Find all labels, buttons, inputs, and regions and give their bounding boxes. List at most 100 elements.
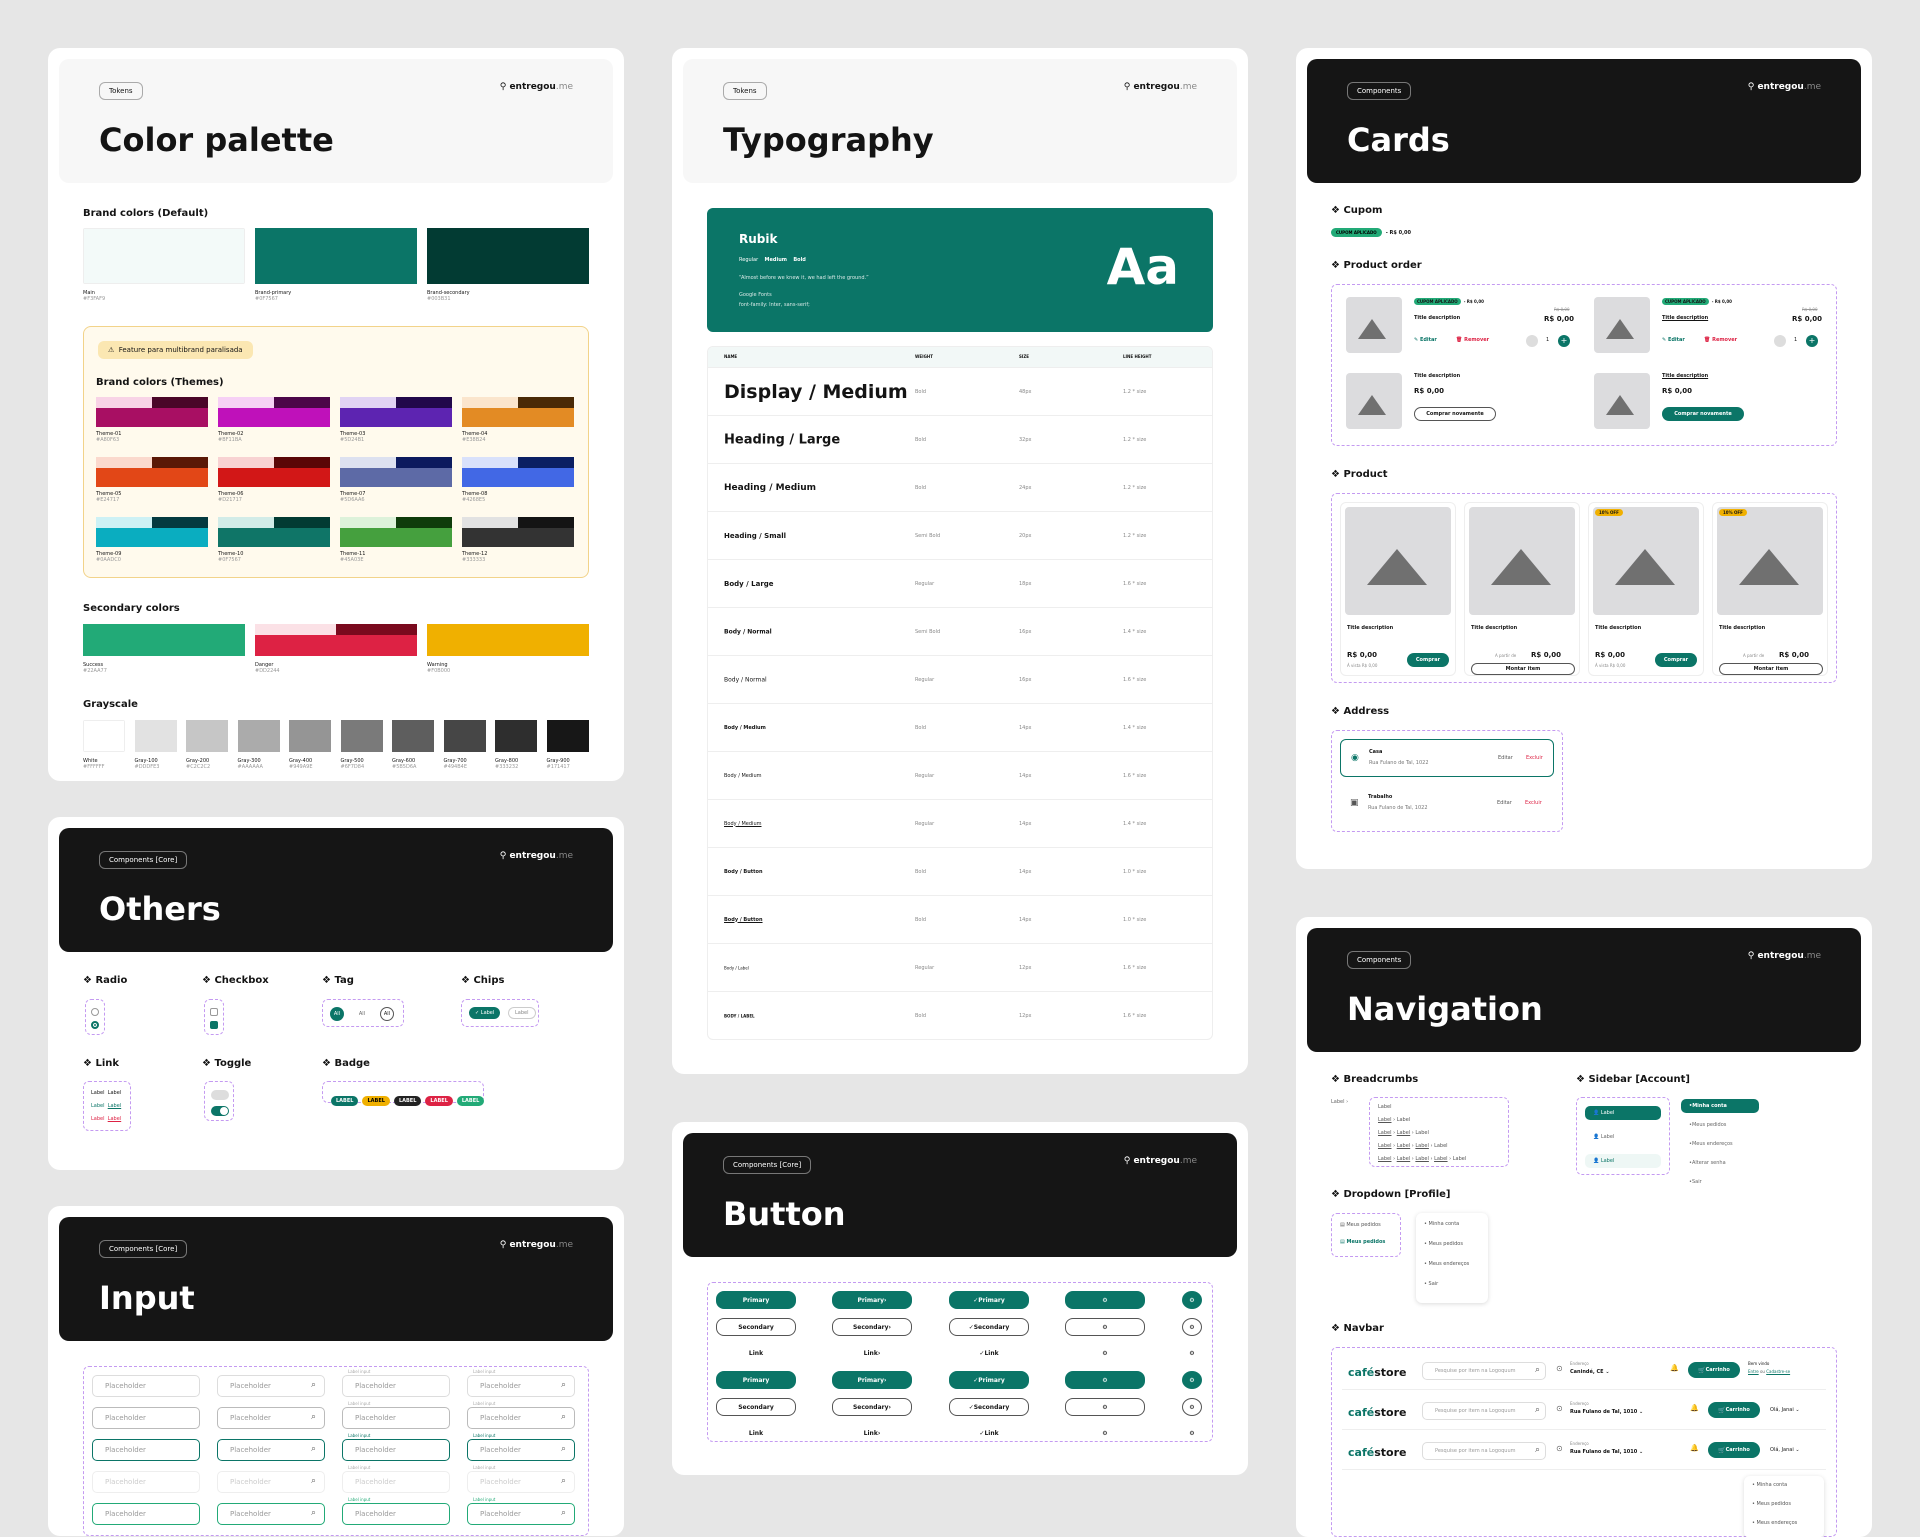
product-card[interactable]: Title description A partir de R$ 0,00 Monta… — [1464, 502, 1580, 676]
search-input[interactable]: Placeholder ⌕ — [217, 1439, 325, 1461]
cart-button[interactable]: 🛒 Carrinho — [1708, 1442, 1760, 1458]
text-input[interactable]: Placeholder — [92, 1375, 200, 1397]
build-item-button[interactable]: Montar item — [1719, 663, 1823, 675]
breadcrumb-item[interactable]: Label — [1453, 1156, 1467, 1162]
checkbox-checked[interactable] — [210, 1021, 218, 1029]
plus-button[interactable]: + — [1558, 335, 1570, 347]
secondary-button[interactable]: Secondary › — [832, 1318, 912, 1336]
minus-button[interactable] — [1774, 335, 1786, 347]
link-button[interactable]: Link › — [832, 1425, 912, 1441]
search-input[interactable]: Placeholder ⌕ — [217, 1471, 325, 1493]
secondary-button[interactable]: Secondary — [716, 1318, 796, 1336]
secondary-button[interactable]: ⚙ — [1065, 1398, 1145, 1416]
bell-icon[interactable]: 🔔 — [1690, 1404, 1699, 1412]
primary-button[interactable]: ⚙ — [1065, 1371, 1145, 1389]
secondary-button[interactable]: ✓ Secondary — [949, 1318, 1029, 1336]
text-input[interactable]: Placeholder — [342, 1375, 450, 1397]
breadcrumb-item[interactable]: Label — [1378, 1156, 1392, 1162]
cart-button[interactable]: 🛒 Carrinho — [1708, 1402, 1760, 1418]
remove-link[interactable]: 🗑 Remover — [1456, 337, 1489, 343]
text-input[interactable]: Placeholder — [92, 1471, 200, 1493]
link-button[interactable]: ⚙ — [1065, 1345, 1145, 1361]
plus-button[interactable]: + — [1806, 335, 1818, 347]
primary-button[interactable]: ⚙ — [1065, 1291, 1145, 1309]
sidebar-menu-item[interactable]: • Sair — [1681, 1175, 1759, 1189]
toggle-on[interactable] — [211, 1106, 229, 1116]
product-card[interactable]: 10% OFF Title description R$ 0,00 À vista R… — [1588, 502, 1704, 676]
tag-active[interactable]: All — [330, 1007, 344, 1021]
primary-button[interactable]: Primary › — [832, 1371, 912, 1389]
search-input[interactable]: Placeholder ⌕ — [467, 1407, 575, 1429]
search-input[interactable]: Placeholder ⌕ — [467, 1471, 575, 1493]
minus-button[interactable] — [1526, 335, 1538, 347]
primary-button[interactable]: Primary › — [832, 1291, 912, 1309]
edit-link[interactable]: Editar — [1498, 755, 1513, 761]
buy-button[interactable]: Comprar — [1407, 653, 1449, 667]
user-dropdown-item[interactable]: • Meus endereços — [1752, 1520, 1797, 1526]
secondary-button[interactable]: Secondary › — [832, 1398, 912, 1416]
breadcrumb-item[interactable]: Label — [1415, 1156, 1429, 1162]
search-input[interactable]: Pesquise por item na Logoquum ⌕ — [1422, 1442, 1546, 1460]
breadcrumb-item[interactable]: Label — [1378, 1143, 1392, 1149]
link-button[interactable]: ⚙ — [1182, 1425, 1202, 1441]
text-input[interactable]: Placeholder — [342, 1471, 450, 1493]
search-input[interactable]: Pesquise por item na Logoquum ⌕ — [1422, 1402, 1546, 1420]
dropdown-menu-item[interactable]: • Sair — [1424, 1281, 1438, 1287]
delete-link[interactable]: Excluir — [1525, 800, 1542, 806]
chip-selected[interactable]: ✓ Label — [469, 1007, 501, 1019]
search-input[interactable]: Pesquise por item na Logoquum ⌕ — [1422, 1362, 1546, 1380]
breadcrumb-item[interactable]: Label — [1378, 1104, 1392, 1110]
dropdown-menu-item[interactable]: • Meus pedidos — [1424, 1241, 1463, 1247]
secondary-button[interactable]: ⚙ — [1182, 1398, 1202, 1416]
edit-link[interactable]: ✎ Editar — [1414, 337, 1437, 343]
primary-button[interactable]: ⚙ — [1182, 1291, 1202, 1309]
breadcrumb-item[interactable]: Label — [1378, 1117, 1392, 1123]
address-selector[interactable]: Rua Fulano de Tal, 1010 ⌄ — [1570, 1449, 1643, 1455]
primary-button[interactable]: Primary — [716, 1371, 796, 1389]
primary-button[interactable]: ✓ Primary — [949, 1291, 1029, 1309]
link-button[interactable]: ⚙ — [1065, 1425, 1145, 1441]
address-selector[interactable]: Rua Fulano de Tal, 1010 ⌄ — [1570, 1409, 1643, 1415]
user-dropdown-item[interactable]: • Meus pedidos — [1752, 1501, 1791, 1507]
search-input[interactable]: Placeholder ⌕ — [217, 1375, 325, 1397]
build-item-button[interactable]: Montar item — [1471, 663, 1575, 675]
breadcrumb-item[interactable]: Label — [1397, 1156, 1411, 1162]
remove-link[interactable]: 🗑 Remover — [1704, 337, 1737, 343]
dropdown-item-active[interactable]: ▤ Meus pedidos — [1340, 1239, 1385, 1245]
user-menu[interactable]: Olá, Janai ⌄ — [1770, 1447, 1800, 1453]
radio-unchecked[interactable] — [91, 1008, 99, 1016]
secondary-button[interactable]: ⚙ — [1182, 1318, 1202, 1336]
search-input[interactable]: Placeholder ⌕ — [467, 1439, 575, 1461]
text-input[interactable]: Placeholder — [342, 1503, 450, 1525]
link-button[interactable]: Link — [716, 1345, 796, 1361]
breadcrumb-item[interactable]: Label — [1397, 1117, 1411, 1123]
secondary-button[interactable]: ⚙ — [1065, 1318, 1145, 1336]
breadcrumb-single[interactable]: Label › — [1331, 1099, 1348, 1105]
sidebar-item-active[interactable]: 👤 Label — [1585, 1106, 1661, 1120]
text-input[interactable]: Placeholder — [342, 1407, 450, 1429]
sidebar-menu-item[interactable]: • Meus endereços — [1681, 1137, 1759, 1151]
chip-default[interactable]: Label — [508, 1007, 536, 1019]
link-button[interactable]: Link — [716, 1425, 796, 1441]
address-card[interactable]: ▣ Trabalho Rua Fulano de Tal, 1022 Edita… — [1340, 785, 1554, 823]
secondary-button[interactable]: Secondary — [716, 1398, 796, 1416]
address-card-selected[interactable]: ◉ Casa Rua Fulano de Tal, 1022 Editar Ex… — [1340, 739, 1554, 777]
sidebar-item[interactable]: 👤 Label — [1585, 1130, 1661, 1144]
sidebar-menu-item[interactable]: • Minha conta — [1681, 1099, 1759, 1113]
text-input[interactable]: Placeholder — [342, 1439, 450, 1461]
buy-button[interactable]: Comprar — [1655, 653, 1697, 667]
dropdown-menu-item[interactable]: • Minha conta — [1424, 1221, 1459, 1227]
breadcrumb-item[interactable]: Label — [1378, 1130, 1392, 1136]
search-input[interactable]: Placeholder ⌕ — [467, 1375, 575, 1397]
breadcrumb-item[interactable]: Label — [1415, 1130, 1429, 1136]
sidebar-item-hover[interactable]: 👤 Label — [1585, 1154, 1661, 1168]
toggle-off[interactable] — [211, 1090, 229, 1100]
link-danger[interactable]: Label Label — [91, 1116, 121, 1122]
bell-icon[interactable]: 🔔 — [1670, 1364, 1679, 1372]
checkbox-unchecked[interactable] — [210, 1008, 218, 1016]
address-selector[interactable]: Canindé, CE ⌄ — [1570, 1369, 1610, 1375]
link-button[interactable]: ✓ Link — [949, 1425, 1029, 1441]
primary-button[interactable]: ⚙ — [1182, 1371, 1202, 1389]
user-dropdown-item[interactable]: • Minha conta — [1752, 1482, 1787, 1488]
primary-button[interactable]: ✓ Primary — [949, 1371, 1029, 1389]
